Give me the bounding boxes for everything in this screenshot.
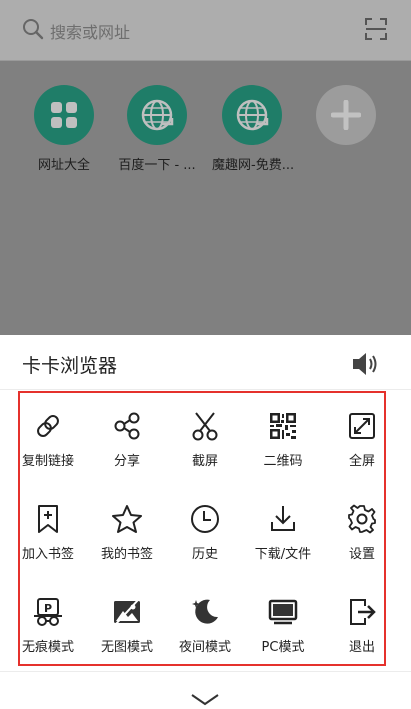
menu-label: 下载/文件 bbox=[254, 547, 312, 562]
add-icon bbox=[316, 85, 376, 145]
menu-label: 无痕模式 bbox=[21, 640, 74, 655]
gear-icon bbox=[348, 504, 376, 534]
menu-screenshot[interactable]: 截屏 bbox=[165, 411, 245, 471]
sheet-title: 卡卡浏览器 bbox=[22, 355, 118, 377]
menu-label: 无图模式 bbox=[100, 640, 153, 655]
share-icon bbox=[114, 412, 140, 440]
menu-exit[interactable]: 退出 bbox=[322, 597, 402, 657]
grid-icon bbox=[34, 85, 94, 145]
menu-label: 全屏 bbox=[348, 454, 375, 469]
menu-incognito-mode[interactable]: P 无痕模式 bbox=[8, 597, 88, 657]
star-icon bbox=[112, 505, 142, 533]
bookmark-add-icon bbox=[38, 505, 58, 533]
menu-add-bookmark[interactable]: 加入书签 bbox=[8, 504, 88, 564]
top-search-bar: 搜索或网址 bbox=[0, 0, 411, 60]
search-input[interactable]: 搜索或网址 bbox=[50, 19, 130, 43]
menu-copy-link[interactable]: 复制链接 bbox=[8, 411, 88, 471]
menu-settings[interactable]: 设置 bbox=[322, 504, 402, 564]
speaker-icon[interactable] bbox=[351, 351, 381, 377]
menu-label: 分享 bbox=[113, 454, 140, 469]
menu-label: 历史 bbox=[191, 547, 218, 562]
globe-icon bbox=[127, 85, 187, 145]
menu-label: 截屏 bbox=[191, 454, 218, 469]
qr-code-icon bbox=[270, 413, 296, 439]
sheet-divider bbox=[0, 389, 411, 390]
exit-icon bbox=[350, 599, 376, 625]
menu-fullscreen[interactable]: 全屏 bbox=[322, 411, 402, 471]
menu-label: 二维码 bbox=[263, 454, 303, 469]
search-icon bbox=[23, 19, 44, 40]
menu-qr-code[interactable]: 二维码 bbox=[243, 411, 323, 471]
menu-grid: 复制链接 分享 截屏 二维码 全屏 加入书签 我的书签 历史 下载/文件 设置 … bbox=[18, 391, 386, 666]
menu-my-bookmarks[interactable]: 我的书签 bbox=[87, 504, 167, 564]
shortcut-label: 魔趣网-免费... bbox=[212, 158, 295, 173]
menu-label: 夜间模式 bbox=[178, 640, 231, 655]
menu-label: 复制链接 bbox=[21, 454, 74, 469]
menu-label: 退出 bbox=[348, 640, 375, 655]
menu-label: 设置 bbox=[348, 547, 375, 562]
menu-label: 加入书签 bbox=[21, 547, 74, 562]
menu-label: PC模式 bbox=[261, 640, 305, 655]
shortcut-url-directory[interactable]: 网址大全 bbox=[24, 85, 104, 173]
sheet-bottom-divider bbox=[0, 671, 411, 672]
menu-pc-mode[interactable]: PC模式 bbox=[243, 597, 323, 657]
shortcut-label: 网址大全 bbox=[37, 158, 90, 173]
svg-text:P: P bbox=[44, 602, 52, 615]
shortcut-label: 百度一下 - ... bbox=[118, 158, 196, 173]
scan-icon[interactable] bbox=[365, 18, 387, 40]
shortcut-moqu[interactable]: 魔趣网-免费... bbox=[212, 85, 295, 173]
chevron-down-icon[interactable] bbox=[190, 693, 220, 707]
globe-icon bbox=[222, 85, 282, 145]
shortcut-baidu[interactable]: 百度一下 - ... bbox=[117, 85, 197, 173]
menu-downloads[interactable]: 下载/文件 bbox=[243, 504, 323, 564]
menu-label: 我的书签 bbox=[100, 547, 153, 562]
browser-menu-sheet: 卡卡浏览器 复制链接 分享 截屏 二维码 全屏 加入书签 我的书签 历史 下载/… bbox=[0, 335, 411, 709]
shortcut-add[interactable] bbox=[306, 85, 386, 154]
menu-history[interactable]: 历史 bbox=[165, 504, 245, 564]
home-shortcuts: 网址大全 百度一下 - ... 魔趣网-免费... bbox=[0, 61, 411, 335]
menu-night-mode[interactable]: 夜间模式 bbox=[165, 597, 245, 657]
no-image-icon bbox=[114, 599, 140, 625]
menu-no-image-mode[interactable]: 无图模式 bbox=[87, 597, 167, 657]
menu-share[interactable]: 分享 bbox=[87, 411, 167, 471]
clock-icon bbox=[191, 505, 219, 533]
download-icon bbox=[271, 506, 295, 531]
incognito-icon: P bbox=[34, 598, 62, 626]
scissors-icon bbox=[192, 412, 218, 441]
fullscreen-icon bbox=[349, 413, 375, 439]
link-icon bbox=[37, 415, 59, 437]
moon-icon bbox=[192, 599, 218, 624]
monitor-icon bbox=[268, 599, 298, 625]
